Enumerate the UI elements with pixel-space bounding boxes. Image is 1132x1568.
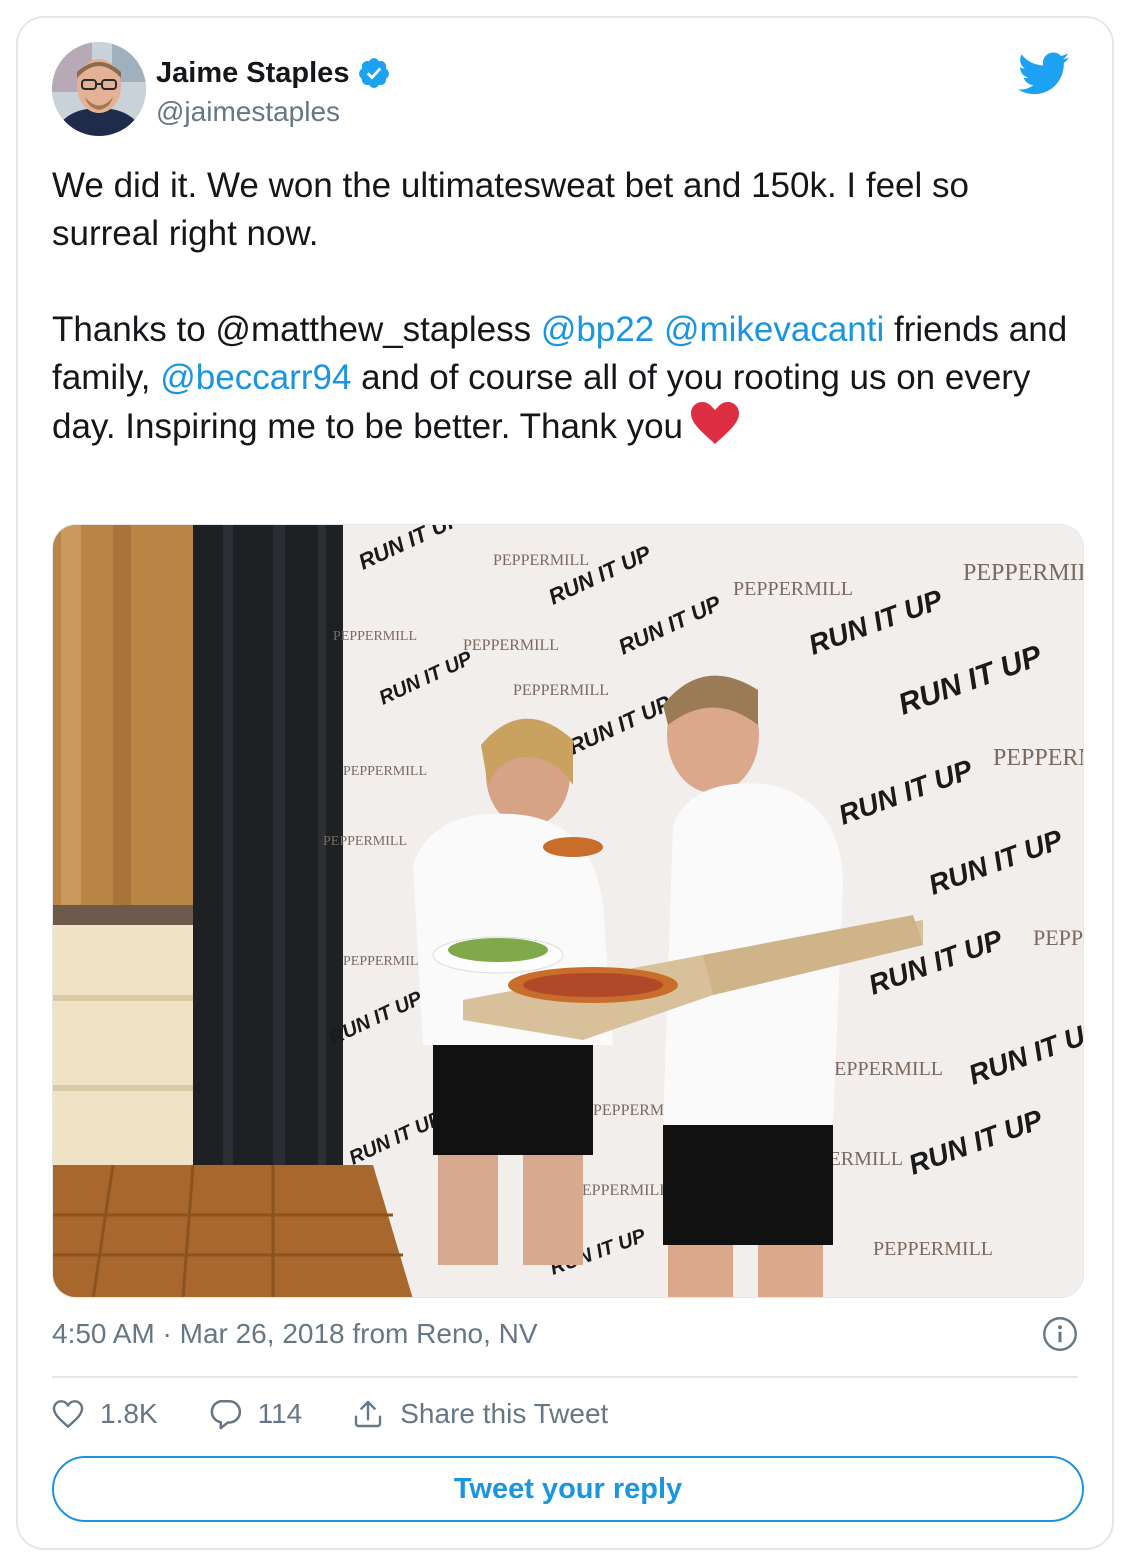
mention-mikevacanti-link[interactable]: @mikevacanti bbox=[664, 310, 884, 349]
space-text bbox=[654, 310, 664, 349]
red-heart-emoji-icon bbox=[691, 402, 740, 444]
svg-text:PEPPERMILL: PEPPERMILL bbox=[323, 834, 407, 849]
photo-image: RUN IT UP RUN IT UP RUN IT UP RUN IT UP … bbox=[53, 525, 1084, 1297]
tweet-photo[interactable]: RUN IT UP RUN IT UP RUN IT UP RUN IT UP … bbox=[52, 524, 1084, 1298]
tweet-timestamp[interactable]: 4:50 AM · Mar 26, 2018 from Reno, NV bbox=[52, 1318, 538, 1350]
verified-badge-icon bbox=[359, 58, 390, 88]
mention-bp22-link[interactable]: @bp22 bbox=[541, 310, 654, 349]
author-row[interactable]: Jaime Staples bbox=[156, 56, 391, 90]
reply-count: 114 bbox=[257, 1398, 303, 1429]
twitter-bird-icon[interactable] bbox=[1018, 52, 1070, 96]
tweet-text: We did it. We won the ultimatesweat bet … bbox=[52, 162, 1082, 451]
svg-text:PEPPERMILL: PEPPERMILL bbox=[343, 764, 427, 779]
svg-text:PEPPERMILL: PEPPERMILL bbox=[873, 1238, 993, 1260]
info-icon[interactable] bbox=[1042, 1316, 1078, 1352]
svg-text:PEPPERMILL: PEPPERMILL bbox=[463, 637, 559, 654]
like-action[interactable]: 1.8K bbox=[52, 1398, 158, 1430]
avatar-photo bbox=[52, 42, 146, 136]
thanks-text: Thanks to @matthew_stapless bbox=[52, 310, 541, 349]
author-name[interactable]: Jaime Staples bbox=[156, 57, 349, 90]
reply-action[interactable]: 114 bbox=[208, 1398, 303, 1430]
share-action[interactable]: Share this Tweet bbox=[352, 1398, 608, 1430]
divider bbox=[52, 1376, 1078, 1378]
svg-text:PEPPERMILL: PEPPERMILL bbox=[513, 682, 609, 699]
tweet-card: Jaime Staples @jaimestaples We did it. W… bbox=[16, 16, 1114, 1550]
tweet-your-reply-button[interactable]: Tweet your reply bbox=[52, 1456, 1084, 1522]
tweet-paragraph-1: We did it. We won the ultimatesweat bet … bbox=[52, 166, 969, 253]
svg-text:PEPPERMILL: PEPPERMILL bbox=[823, 1058, 943, 1080]
like-count: 1.8K bbox=[100, 1398, 158, 1429]
svg-text:PEPP: PEPP bbox=[1033, 925, 1083, 950]
svg-text:PEPPERMILL: PEPPERMILL bbox=[963, 560, 1084, 586]
svg-text:PEPPERM: PEPPERM bbox=[993, 745, 1084, 771]
comment-icon[interactable] bbox=[208, 1398, 242, 1430]
action-bar: 1.8K 114 Share this Tweet bbox=[52, 1398, 658, 1430]
author-handle[interactable]: @jaimestaples bbox=[156, 96, 340, 128]
svg-text:PEPPERMILL: PEPPERMILL bbox=[493, 552, 589, 569]
mention-beccarr94-link[interactable]: @beccarr94 bbox=[160, 358, 351, 397]
share-icon[interactable] bbox=[352, 1398, 384, 1430]
svg-text:PEPPERMILL: PEPPERMILL bbox=[733, 578, 853, 600]
heart-icon[interactable] bbox=[52, 1399, 84, 1429]
avatar[interactable] bbox=[52, 42, 146, 136]
svg-text:PEPPERMILL: PEPPERMILL bbox=[343, 954, 427, 969]
tweet-paragraph-2: Thanks to @matthew_stapless @bp22 @mikev… bbox=[52, 306, 1082, 451]
share-label: Share this Tweet bbox=[400, 1398, 609, 1429]
svg-text:PEPPERMILL: PEPPERMILL bbox=[573, 1182, 669, 1199]
svg-text:PEPPERMILL: PEPPERMILL bbox=[333, 629, 417, 644]
